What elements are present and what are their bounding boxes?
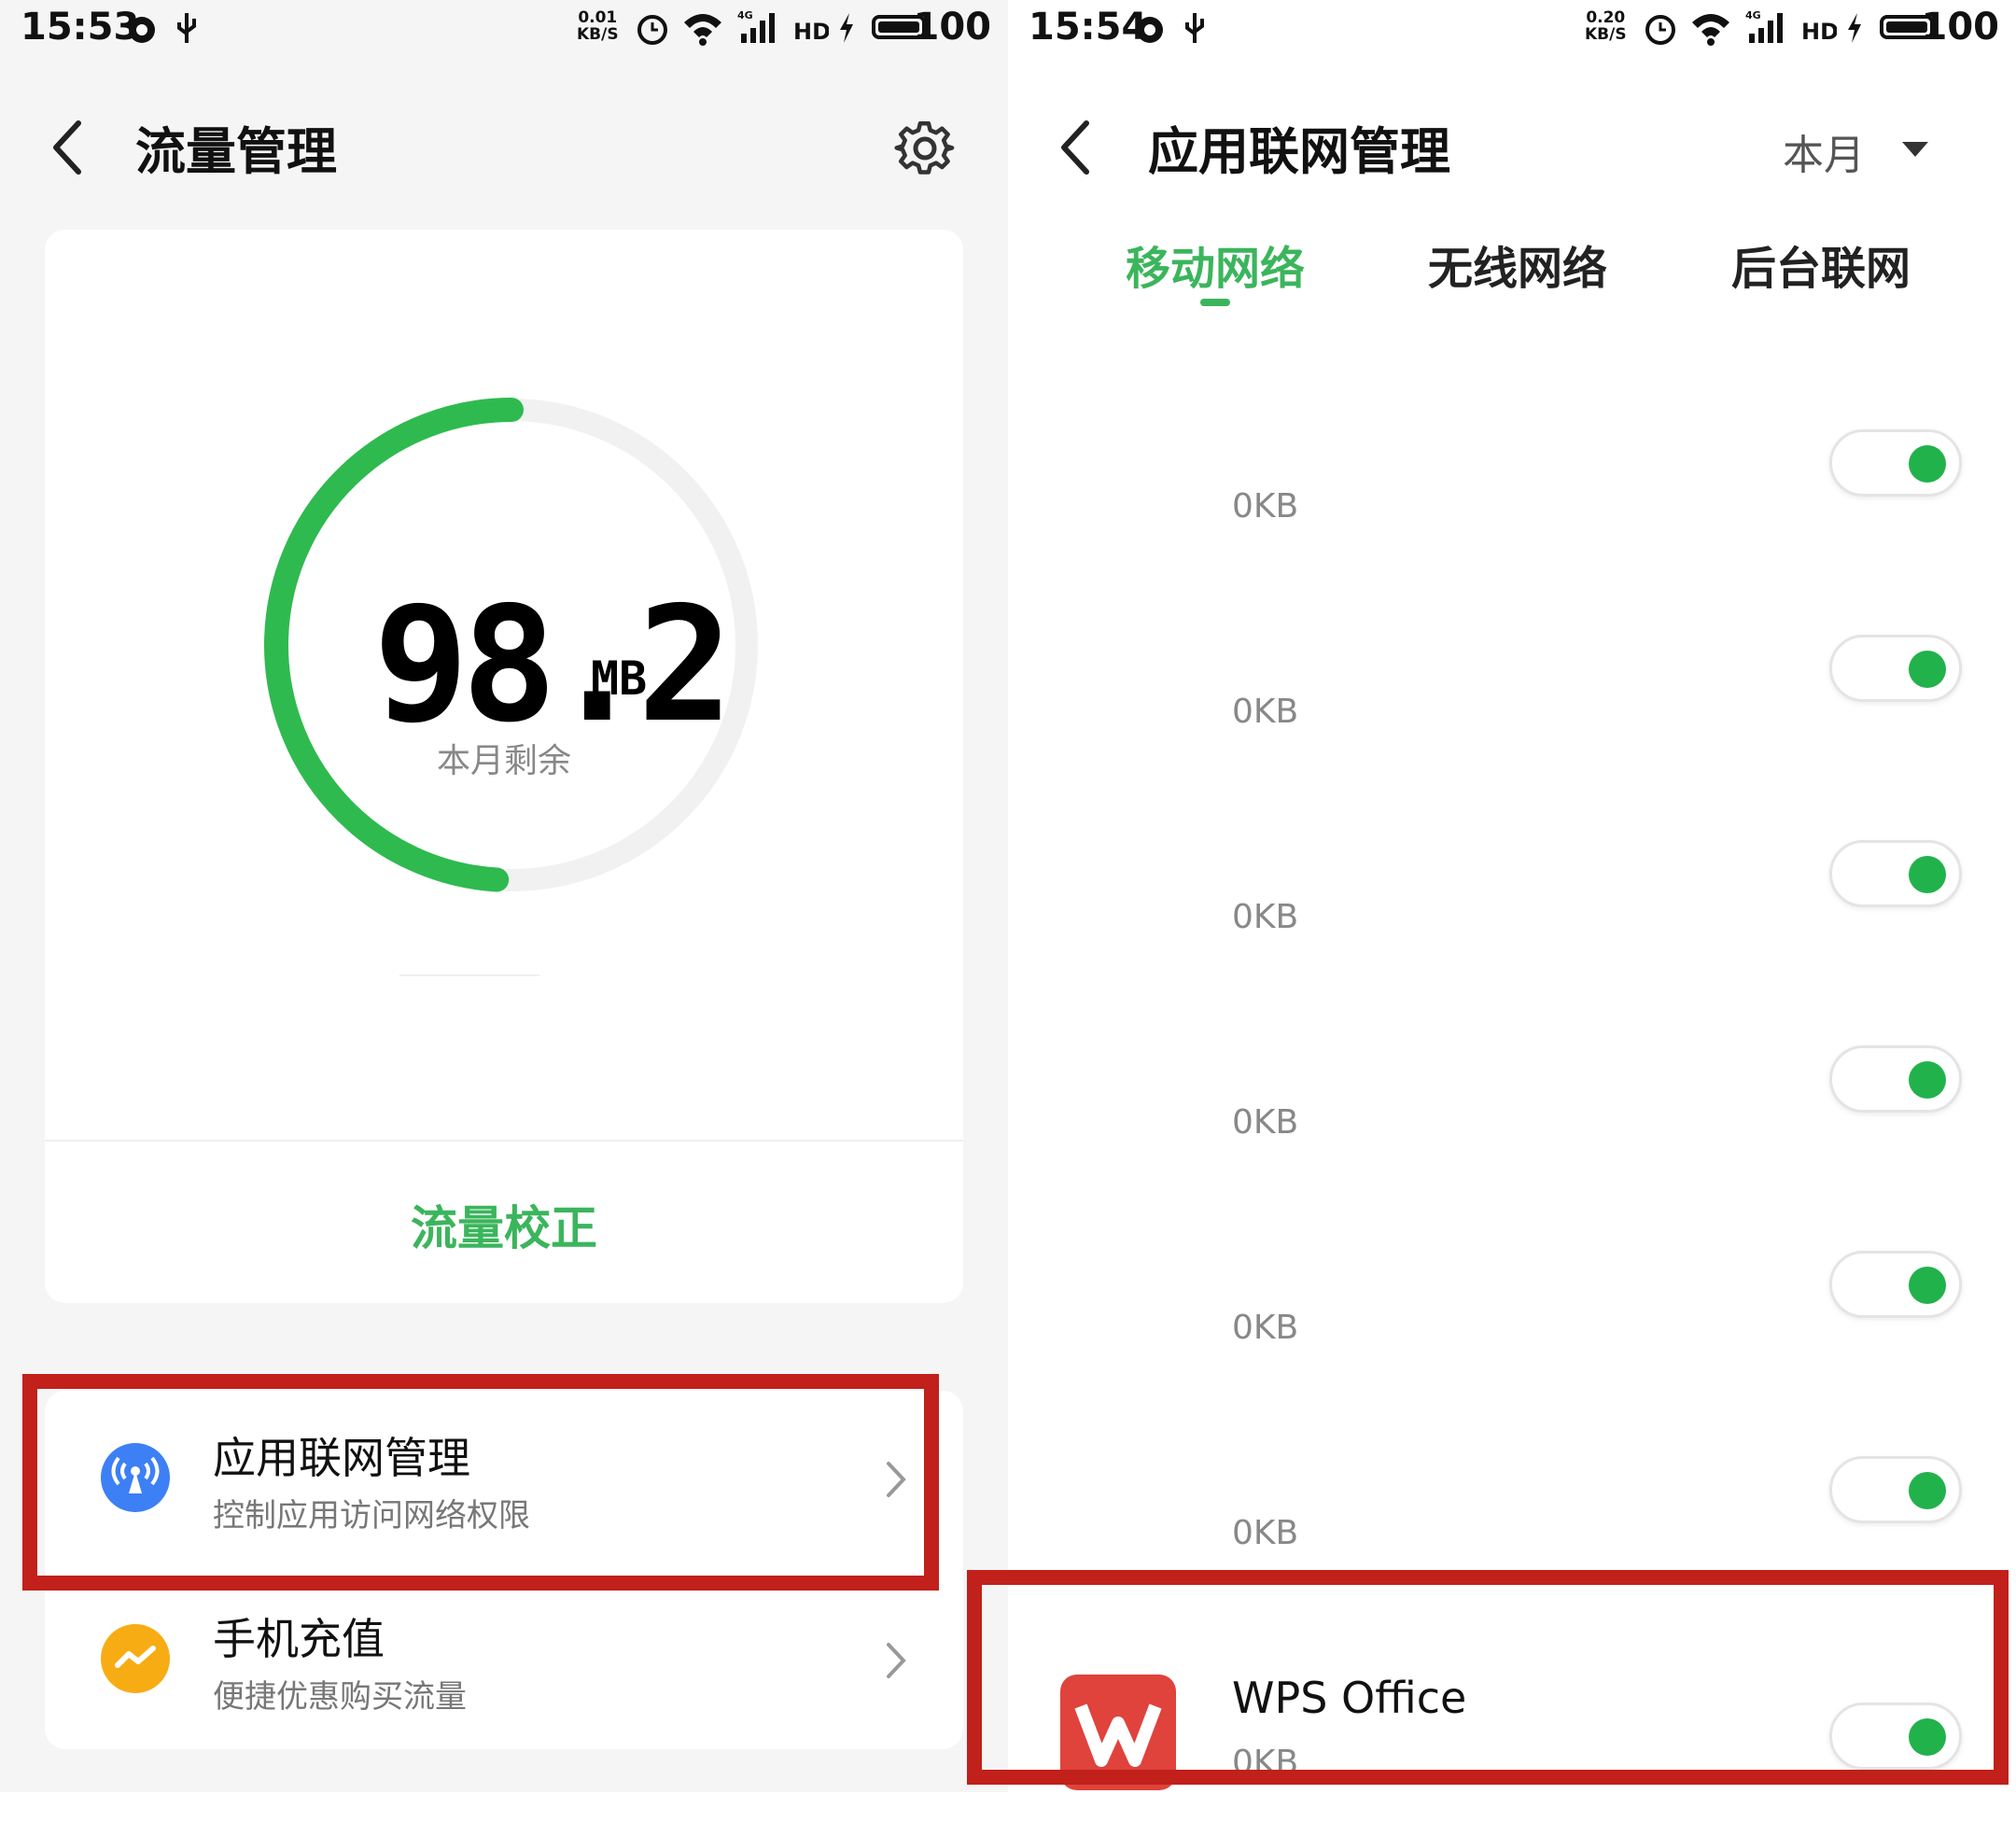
- trend-icon: [101, 1624, 170, 1693]
- status-bar: 15:54 0.20 KB/S 4G HD 100: [1008, 0, 2016, 56]
- app-usage: 0KB: [1232, 1103, 1299, 1142]
- tab-background-network[interactable]: 后台联网: [1731, 231, 1911, 297]
- app-row: 0KB: [1008, 385, 2016, 590]
- app-notification-icon: [1137, 17, 1163, 43]
- app-usage: 0KB: [1232, 898, 1299, 936]
- network-toggle[interactable]: [1829, 429, 1962, 497]
- toggle-knob: [1909, 445, 1946, 483]
- traffic-management-screen: 15:53 0.01 KB/S 4G HD 100 流量管理 98.2 MB 本…: [0, 0, 1008, 1792]
- app-usage: 0KB: [1232, 1309, 1299, 1347]
- network-toggle[interactable]: [1829, 1251, 1962, 1318]
- remaining-caption: 本月剩余: [437, 742, 572, 780]
- charging-icon: [1848, 13, 1861, 43]
- hd-voice-icon: HD: [793, 19, 829, 45]
- gear-icon[interactable]: [894, 118, 956, 179]
- page-title: 应用联网管理: [1148, 122, 1450, 181]
- alarm-icon: [1645, 15, 1675, 45]
- usb-icon: [177, 13, 196, 43]
- status-bar: 15:53 0.01 KB/S 4G HD 100: [0, 0, 1008, 56]
- battery-level: 100: [913, 6, 992, 49]
- status-time: 15:53: [21, 6, 140, 49]
- highlight-box: [22, 1374, 939, 1591]
- network-toggle[interactable]: [1829, 635, 1962, 702]
- tab-wifi-network[interactable]: 无线网络: [1428, 231, 1607, 297]
- network-speed: 0.20 KB/S: [1585, 8, 1627, 44]
- svg-text:HD: HD: [1801, 19, 1837, 45]
- remaining-value: 98.2: [373, 573, 733, 758]
- network-speed: 0.01 KB/S: [577, 8, 619, 44]
- usage-card: 98.2 MB 本月剩余 流量校正: [45, 230, 963, 1303]
- highlight-box: [967, 1570, 2009, 1785]
- toggle-knob: [1909, 1472, 1946, 1509]
- svg-text:4G: 4G: [737, 9, 753, 21]
- hd-voice-icon: HD: [1801, 19, 1837, 45]
- cell-signal-icon: 4G: [1745, 9, 1783, 43]
- back-arrow-icon[interactable]: [41, 110, 97, 185]
- back-arrow-icon[interactable]: [1049, 110, 1105, 185]
- toggle-knob: [1909, 1061, 1946, 1099]
- menu-item-title: 手机充值: [213, 1614, 385, 1664]
- app-row: 0KB: [1008, 590, 2016, 795]
- toggle-knob: [1909, 651, 1946, 688]
- toggle-knob: [1909, 856, 1946, 893]
- tab-active-indicator: [1200, 299, 1230, 306]
- chevron-right-icon: [887, 1643, 906, 1678]
- network-toggle[interactable]: [1829, 1045, 1962, 1113]
- divider: [45, 1140, 963, 1142]
- svg-text:4G: 4G: [1745, 9, 1761, 21]
- caret-down-icon: [1902, 142, 1928, 157]
- wifi-icon: [684, 14, 721, 46]
- divider-dash: [399, 974, 539, 976]
- period-dropdown[interactable]: 本月: [1783, 112, 1997, 187]
- screenshot-composite: 15:53 0.01 KB/S 4G HD 100 流量管理 98.2 MB 本…: [0, 0, 2016, 1792]
- calibrate-button[interactable]: 流量校正: [45, 1191, 963, 1258]
- status-time: 15:54: [1029, 6, 1148, 49]
- app-usage: 0KB: [1232, 693, 1299, 731]
- network-toggle[interactable]: [1829, 840, 1962, 907]
- wifi-icon: [1692, 14, 1729, 46]
- usb-icon: [1185, 13, 1204, 43]
- period-value: 本月: [1783, 132, 1865, 179]
- app-usage: 0KB: [1232, 1514, 1299, 1552]
- alarm-icon: [637, 15, 667, 45]
- battery-level: 100: [1921, 6, 2000, 49]
- page-title: 流量管理: [135, 122, 337, 181]
- svg-text:HD: HD: [793, 19, 829, 45]
- app-row: 0KB: [1008, 1206, 2016, 1411]
- app-network-screen: 15:54 0.20 KB/S 4G HD 100 应用联网管理 本月 移动网络 …: [967, 0, 2016, 1792]
- tab-mobile-network[interactable]: 移动网络: [1126, 231, 1305, 297]
- app-row: 0KB: [1008, 795, 2016, 1001]
- app-row: 0KB: [1008, 1001, 2016, 1206]
- app-usage: 0KB: [1232, 487, 1299, 526]
- menu-item-subtitle: 便捷优惠购买流量: [213, 1678, 467, 1716]
- cell-signal-icon: 4G: [737, 9, 775, 43]
- network-toggle[interactable]: [1829, 1456, 1962, 1523]
- remaining-unit: MB: [591, 652, 648, 706]
- toggle-knob: [1909, 1267, 1946, 1304]
- menu-item-recharge[interactable]: 手机充值 便捷优惠购买流量: [45, 1572, 963, 1749]
- app-notification-icon: [129, 17, 155, 43]
- charging-icon: [840, 13, 853, 43]
